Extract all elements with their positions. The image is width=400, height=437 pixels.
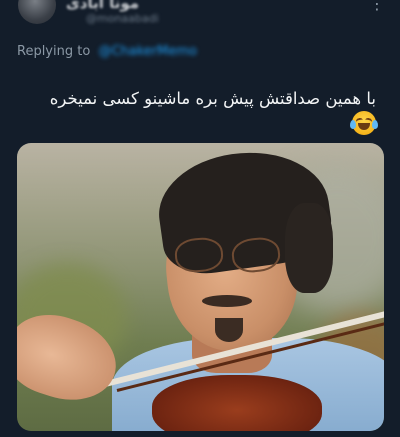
replying-to-line: Replying to @ChakerMemo (17, 44, 197, 59)
face-with-tears-of-joy-icon (350, 111, 378, 135)
more-options-icon[interactable]: ⋮ (369, 0, 386, 13)
author-handle[interactable]: @monaabadi (86, 12, 159, 25)
author-avatar[interactable] (18, 0, 56, 24)
tweet-text: با همین صداقتش پیش بره ماشینو کسی نمیخره (49, 89, 376, 108)
replying-to-handle[interactable]: @ChakerMemo (98, 44, 197, 59)
author-name[interactable]: مونا آبادی (66, 0, 139, 12)
tweet-media-photo[interactable] (17, 143, 384, 431)
replying-to-label: Replying to (17, 44, 91, 59)
tweet-header: مونا آبادی @monaabadi ⋮ (0, 0, 400, 40)
